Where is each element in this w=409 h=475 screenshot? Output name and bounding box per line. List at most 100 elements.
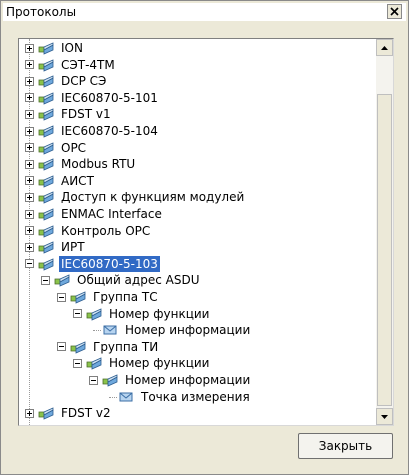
close-icon (390, 7, 399, 16)
expand-plus-icon[interactable] (25, 126, 34, 136)
tree-node[interactable]: СЭТ-4ТМ (25, 57, 117, 73)
tree-node[interactable]: IEC60870-5-104 (25, 123, 160, 139)
network-node-icon (38, 208, 54, 221)
network-node-icon (38, 58, 54, 72)
expand-plus-icon[interactable] (25, 408, 34, 418)
tree-node[interactable]: IEC60870-5-103 (25, 254, 161, 273)
network-node-icon (102, 374, 118, 387)
tree-node[interactable]: ИРТ (25, 239, 87, 255)
expand-plus-icon[interactable] (25, 242, 34, 252)
tree-node-label: FDST v2 (61, 406, 111, 421)
title-bar: Протоколы (3, 3, 406, 21)
network-node-icon (86, 357, 102, 371)
protocols-dialog: Протоколы ION СЭТ-4ТМ DCP СЭ IEC60870-5-101… (0, 0, 409, 475)
arrow-down-icon (381, 414, 388, 419)
tree-node[interactable]: Номер функции (73, 355, 211, 371)
tree-node-label: Номер информации (125, 323, 251, 338)
tree-node[interactable]: Номер информации (101, 322, 252, 338)
tree-node[interactable]: Группа ТС (57, 289, 160, 305)
tree-node[interactable]: Номер функции (73, 306, 211, 322)
tree-node[interactable]: IEC60870-5-101 (25, 90, 160, 106)
scroll-down-button[interactable] (376, 408, 393, 425)
tree-node-label: Группа ТС (93, 290, 158, 304)
expand-plus-icon[interactable] (25, 209, 34, 219)
tree-node-label: Номер функции (109, 356, 210, 371)
network-node-icon (86, 307, 102, 321)
tree-node[interactable]: Точка измерения (117, 389, 252, 405)
expand-plus-icon[interactable] (25, 226, 34, 236)
tree-node[interactable]: АИСТ (25, 173, 96, 189)
scroll-thumb[interactable] (377, 94, 392, 406)
expand-plus-icon[interactable] (25, 76, 34, 86)
tree-node[interactable]: Modbus RTU (25, 156, 137, 172)
tree-node-label: ИРТ (61, 240, 85, 255)
tree-node-label: FDST v1 (61, 107, 111, 122)
tree-node-label: OPC (61, 140, 87, 155)
network-node-icon (38, 191, 54, 205)
expand-plus-icon[interactable] (25, 109, 34, 119)
tree-node-label: АИСТ (61, 173, 94, 188)
tree-node-label: IEC60870-5-103 (58, 254, 161, 273)
vertical-scrollbar[interactable] (376, 39, 393, 425)
expand-plus-icon[interactable] (25, 43, 34, 53)
expand-plus-icon[interactable] (25, 176, 34, 186)
tree-node[interactable]: ION (25, 40, 85, 56)
tree-node[interactable]: Группа ТИ (57, 339, 160, 355)
collapse-minus-icon[interactable] (57, 342, 66, 352)
tree-node[interactable]: Номер информации (89, 372, 252, 388)
tree-node-label: Доступ к функциям модулей (61, 190, 245, 205)
tree-viewport: ION СЭТ-4ТМ DCP СЭ IEC60870-5-101 FDST v1 IEC… (19, 39, 376, 425)
tree-node-label: Точка измерения (141, 389, 250, 404)
tree-node-label: IEC60870-5-104 (61, 124, 158, 138)
tree-node-label: Номер функции (109, 306, 210, 321)
tree-node[interactable]: Доступ к функциям модулей (25, 189, 246, 205)
tree-guide-line (93, 330, 101, 332)
close-button[interactable]: Закрыть (298, 433, 393, 459)
collapse-minus-icon[interactable] (73, 309, 82, 319)
tree-node[interactable]: FDST v2 (25, 405, 113, 421)
tree-node[interactable]: FDST v1 (25, 106, 113, 122)
scroll-up-button[interactable] (376, 39, 393, 56)
network-node-icon (38, 92, 54, 105)
tree-node[interactable]: Общий адрес ASDU (41, 272, 201, 288)
collapse-minus-icon[interactable] (41, 275, 50, 285)
tree-node[interactable]: DCP СЭ (25, 73, 108, 89)
tree-node[interactable]: OPC (25, 140, 88, 156)
expand-plus-icon[interactable] (25, 192, 34, 202)
collapse-minus-icon[interactable] (25, 259, 34, 269)
network-node-icon (38, 108, 54, 122)
expand-plus-icon[interactable] (25, 93, 34, 103)
network-node-icon (38, 224, 54, 238)
arrow-up-icon (381, 45, 388, 50)
window-title: Протоколы (6, 5, 77, 19)
expand-plus-icon[interactable] (25, 143, 34, 153)
tree-node-label: Modbus RTU (61, 157, 136, 172)
tree-node-label: ION (61, 41, 83, 55)
tree-node-label: Группа ТИ (93, 339, 159, 354)
title-close-button[interactable] (387, 4, 402, 19)
network-node-icon (70, 291, 86, 304)
network-node-icon (38, 141, 54, 155)
tree-node-label: ENMAC Interface (61, 207, 162, 221)
envelope-icon (103, 325, 117, 335)
tree-node[interactable]: Контроль OPC (25, 223, 152, 239)
collapse-minus-icon[interactable] (73, 358, 82, 368)
tree-node-label: Контроль OPC (61, 223, 151, 238)
tree-node[interactable]: ENMAC Interface (25, 206, 164, 222)
tree-node-label: DCP СЭ (61, 74, 107, 89)
collapse-minus-icon[interactable] (57, 292, 66, 302)
expand-plus-icon[interactable] (25, 60, 34, 70)
network-node-icon (38, 125, 54, 138)
network-node-icon (38, 42, 54, 55)
tree-node-label: СЭТ-4ТМ (61, 57, 115, 72)
network-node-icon (38, 407, 54, 420)
collapse-minus-icon[interactable] (89, 375, 98, 385)
network-node-icon (38, 158, 54, 171)
expand-plus-icon[interactable] (25, 159, 34, 169)
tree-node-label: Номер информации (125, 373, 251, 387)
network-node-icon (70, 341, 86, 354)
protocol-tree[interactable]: ION СЭТ-4ТМ DCP СЭ IEC60870-5-101 FDST v1 IEC… (18, 38, 394, 426)
tree-node-label: Общий адрес ASDU (77, 273, 200, 288)
envelope-icon (119, 392, 133, 402)
tree-guide-line (109, 396, 117, 398)
